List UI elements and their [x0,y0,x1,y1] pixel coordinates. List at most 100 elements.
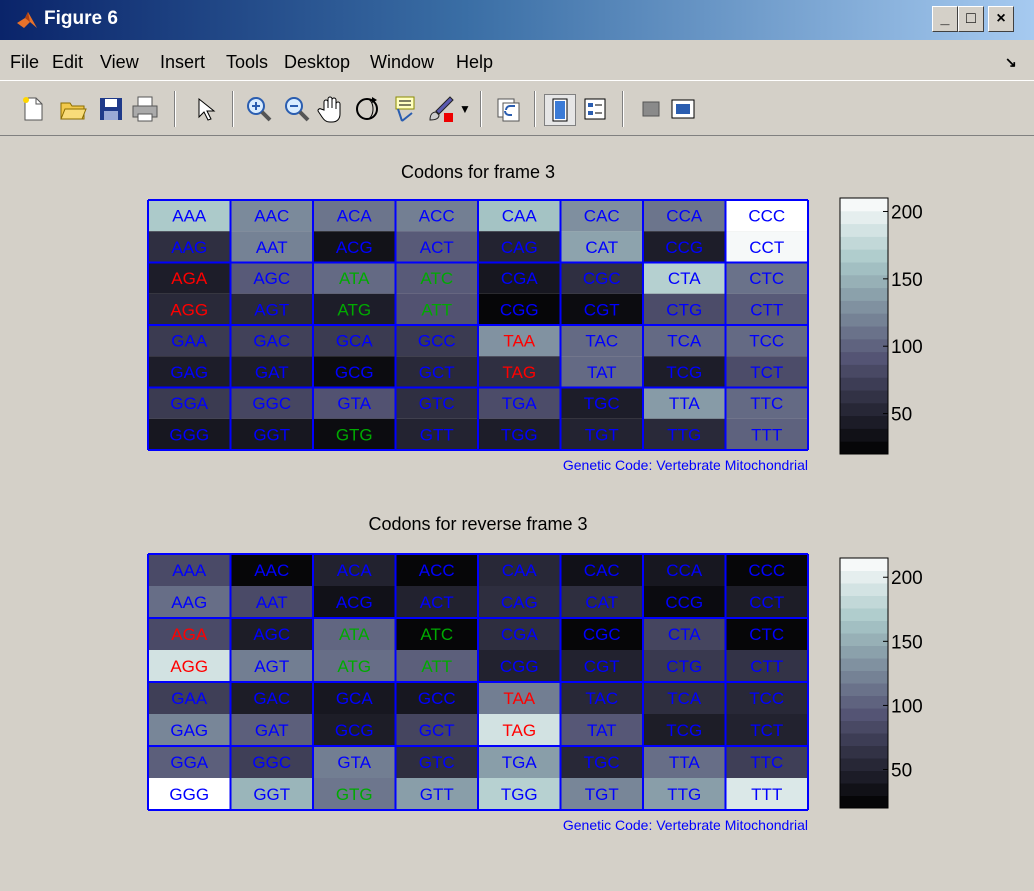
colorbar-segment [840,695,888,709]
data-cursor-icon[interactable] [390,94,420,124]
codon-label: ACT [420,238,454,257]
codon-label: GAG [170,363,208,382]
zoom-in-icon[interactable] [244,94,274,124]
rotate-3d-icon[interactable] [352,94,382,124]
maximize-button[interactable]: □ [958,6,984,32]
brush-dropdown-icon[interactable]: ▼ [458,94,472,124]
codon-label: AAA [172,207,207,226]
codon-label: TGT [585,425,619,444]
codon-label: CGT [584,657,620,676]
link-plot-icon[interactable] [494,94,524,124]
colorbar-segment [840,745,888,759]
title-bar: Figure 6 _ □ × [0,0,1034,40]
colorbar-tick-label: 200 [891,202,923,223]
menu-file[interactable]: File [10,52,39,73]
codon-label: TCG [666,363,702,382]
open-folder-icon[interactable] [58,94,88,124]
colorbar-segment [840,364,888,378]
colorbar-segment [840,313,888,327]
colorbar-segment [840,223,888,237]
codon-label: ACT [420,593,454,612]
codon-label: AAT [256,238,288,257]
colorbar-tick-label: 100 [891,696,923,717]
codon-label: CTA [668,269,701,288]
menu-view[interactable]: View [100,52,139,73]
legend-toggle-icon[interactable] [580,94,610,124]
codon-label: ATC [420,625,453,644]
hide-plot-tools-icon[interactable] [636,94,666,124]
codon-label: GTC [419,753,455,772]
codon-label: CTC [749,269,784,288]
codon-label: GTG [336,785,373,804]
codon-label: TTT [751,425,782,444]
colorbar-segment [840,274,888,289]
print-icon[interactable] [130,94,160,124]
codon-label: GCG [335,721,374,740]
colorbar-segment [840,428,888,442]
codon-label: GGT [253,425,290,444]
menu-edit[interactable]: Edit [52,52,83,73]
codon-label: TCT [750,363,783,382]
codon-label: GAA [171,689,208,708]
codon-label: ACG [336,238,373,257]
menu-tools[interactable]: Tools [226,52,268,73]
colorbar-segment [840,708,888,721]
codon-label: CCT [749,238,784,257]
codon-label: CAG [501,238,538,257]
menu-insert[interactable]: Insert [160,52,205,73]
codon-label: ATC [420,269,453,288]
codon-label: TAT [587,721,617,740]
codon-label: TCT [750,721,783,740]
codon-label: GGG [169,425,209,444]
figure-canvas: Codons for frame 3AAA AAC ACA ACC CAA CAC CCA C… [147,162,923,833]
codon-label: TGA [502,753,538,772]
colorbar-toggle-icon[interactable] [544,94,576,126]
codon-label: TTA [669,753,701,772]
new-file-icon[interactable] [18,94,48,124]
codon-label: GAG [170,721,208,740]
dock-arrow-icon[interactable]: ↘ [1005,54,1017,71]
colorbar-segment [840,770,888,784]
codon-label: GGT [253,785,290,804]
codon-label: TAG [502,363,536,382]
menu-window[interactable]: Window [370,52,434,73]
codon-label: TGA [502,394,538,413]
codon-label: CGA [501,625,539,644]
zoom-out-icon[interactable] [282,94,312,124]
toolbar-separator [622,91,624,127]
pointer-icon[interactable] [190,94,220,124]
minimize-button[interactable]: _ [932,6,958,32]
codon-label: AAG [171,593,207,612]
codon-heatmap-reverse-frame-3: Codons for reverse frame 3 AAA AAC ACA ACC CA… [147,514,923,833]
codon-heatmap-frame-3: Codons for frame 3 AAA AAC ACA ACC CAA CAC CCA C… [147,162,923,473]
codon-label: CGC [583,625,621,644]
close-button[interactable]: × [988,6,1014,32]
colorbar-segment [840,236,888,250]
codon-label: GTC [419,394,455,413]
codon-label: CCG [665,238,703,257]
colorbar-segment [840,287,888,301]
codon-label: ATA [339,625,370,644]
matlab-logo-icon [17,12,37,28]
colorbar-segment [840,198,888,212]
pan-hand-icon[interactable] [316,94,346,124]
codon-label: TTC [750,394,783,413]
menu-desktop[interactable]: Desktop [284,52,350,73]
colorbar-segment [840,415,888,429]
toolbar-separator [232,91,234,127]
show-plot-tools-icon[interactable] [668,94,698,124]
menu-help[interactable]: Help [456,52,493,73]
codon-label: TTG [667,425,701,444]
codon-label: CTG [666,300,702,319]
colorbar-segment [840,683,888,696]
codon-label: GCC [418,332,456,351]
genetic-code-label: Genetic Code: Vertebrate Mitochondrial [563,817,808,833]
colorbar-segment [840,326,888,340]
brush-icon[interactable] [426,94,456,124]
codon-label: CCA [666,561,703,580]
codon-label: AGA [171,625,208,644]
save-icon[interactable] [96,94,126,124]
codon-label: CAA [502,561,538,580]
codon-label: AGG [170,300,208,319]
codon-label: GTG [336,425,373,444]
